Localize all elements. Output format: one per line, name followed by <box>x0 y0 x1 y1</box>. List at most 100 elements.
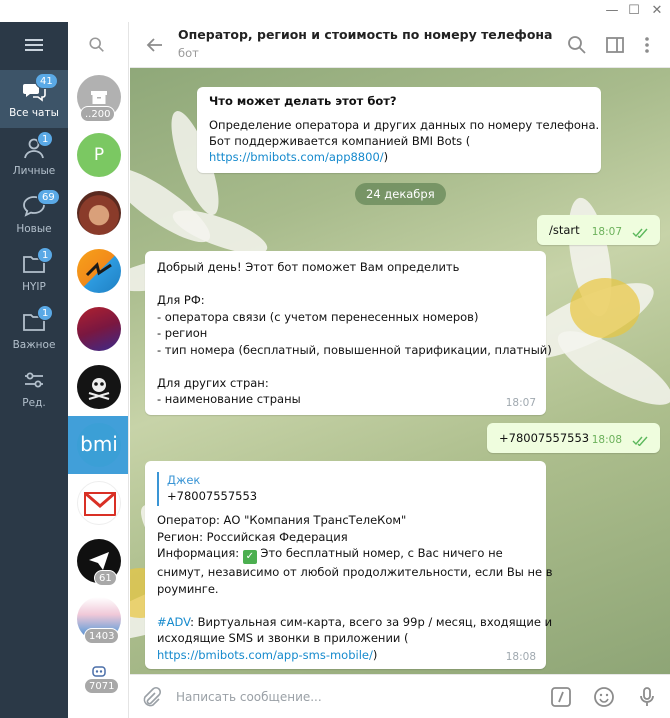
folder-badge: 1 <box>37 131 54 147</box>
bot-info-title: Что может делать этот бот? <box>209 94 397 108</box>
message-time: 18:07 <box>591 225 622 238</box>
info-text: Это бесплатный номер, с Вас ничего не <box>256 546 503 560</box>
archive-icon <box>91 91 107 104</box>
message-line: Регион: Российская Федерация <box>157 529 348 544</box>
message-incoming[interactable]: Джек +78007557553 Оператор: АО "Компания… <box>145 461 552 669</box>
reply-text: +78007557553 <box>167 489 258 503</box>
chat-item[interactable] <box>68 184 128 242</box>
minimize-button[interactable]: — <box>603 2 621 20</box>
window-titlebar: — ☐ ✕ <box>0 0 670 22</box>
more-vertical-icon[interactable] <box>636 34 658 56</box>
message-line: - оператора связи (с учетом перенесенных… <box>157 309 479 324</box>
message-outgoing[interactable]: +78007557553 18:08 <box>487 423 660 453</box>
folder-label: Личные <box>12 165 56 177</box>
chat-item[interactable] <box>68 358 128 416</box>
chat-item-archive[interactable]: ..200 <box>68 68 128 126</box>
message-line: - регион <box>157 326 208 340</box>
back-arrow-icon[interactable] <box>144 34 166 56</box>
folder-badge: 41 <box>35 73 58 89</box>
folder-important[interactable]: 1 Важное <box>0 302 68 360</box>
message-line: - тип номера (бесплатный, повышенной тар… <box>157 342 552 357</box>
chat-item[interactable]: 7071 <box>68 648 128 706</box>
paperclip-icon[interactable] <box>140 686 162 708</box>
adv-link[interactable]: https://bmibots.com/app-sms-mobile/ <box>157 648 373 662</box>
folder-label: HYIP <box>22 281 46 293</box>
mail-avatar <box>77 481 121 525</box>
message-line: исходящие SMS и звонки в приложении ( <box>157 631 409 645</box>
message-input[interactable] <box>176 687 536 707</box>
menu-button[interactable] <box>0 22 68 68</box>
message-line: Для других стран: <box>157 375 269 390</box>
info-prefix: Информация: <box>157 546 243 560</box>
wave-logo-icon <box>85 262 112 277</box>
message-line: роуминге. <box>157 581 219 596</box>
message-line: #ADV: Виртуальная сим-карта, всего за 99… <box>157 614 552 631</box>
message-line: Добрый день! Этот бот поможет Вам опреде… <box>157 260 460 274</box>
skull-icon <box>88 378 110 401</box>
date-separator: 24 декабря <box>355 183 446 205</box>
message-text: Оператор: АО "Компания ТрансТелеКом" Рег… <box>157 512 552 663</box>
folder-new[interactable]: 69 Новые <box>0 186 68 244</box>
message-time: 18:07 <box>505 396 536 409</box>
emoji-icon[interactable] <box>593 686 615 708</box>
message-line <box>157 597 552 614</box>
adv-link-suffix: ) <box>372 647 378 662</box>
message-text: +78007557553 <box>499 431 590 445</box>
folder-all-chats[interactable]: 41 Все чаты <box>0 70 68 128</box>
reply-author: Джек <box>167 473 201 487</box>
bot-info-link-line: https://bmibots.com/app8800/) <box>209 149 388 166</box>
folder-badge: 69 <box>37 189 60 205</box>
folder-label: Все чаты <box>9 107 59 119</box>
search-button[interactable] <box>68 22 128 68</box>
chat-list: ..200 P bmi 61 1403 7071 <box>68 22 129 718</box>
chat-title[interactable]: Оператор, регион и стоимость по номеру т… <box>178 27 552 42</box>
folder-label: Ред. <box>22 397 46 409</box>
message-time: 18:08 <box>505 650 536 663</box>
folder-hyip[interactable]: 1 HYIP <box>0 244 68 302</box>
message-line: Оператор: АО "Компания ТрансТелеКом" <box>157 513 407 527</box>
search-icon[interactable] <box>566 34 588 56</box>
messages-area[interactable]: Что может делать этот бот? Определение о… <box>130 68 670 674</box>
maximize-button[interactable]: ☐ <box>625 2 643 20</box>
chat-item[interactable]: 61 <box>68 532 128 590</box>
bot-commands-icon[interactable] <box>550 686 572 708</box>
chat-badge: ..200 <box>80 106 116 122</box>
chat-item[interactable]: 1403 <box>68 590 128 648</box>
bot-info-link-suffix: ) <box>383 150 389 164</box>
chat-item-p[interactable]: P <box>68 126 128 184</box>
photo-avatar <box>77 191 121 235</box>
folder-badge: 1 <box>37 305 54 321</box>
chat-panel: Оператор, регион и стоимость по номеру т… <box>130 22 670 718</box>
chat-item[interactable] <box>68 300 128 358</box>
robot-icon <box>92 666 106 677</box>
folder-badge: 1 <box>37 247 54 263</box>
bot-info-link[interactable]: https://bmibots.com/app8800/ <box>209 150 384 164</box>
sidebar-toggle-icon[interactable] <box>604 34 626 56</box>
folder-personal[interactable]: 1 Личные <box>0 128 68 186</box>
chat-item[interactable] <box>68 474 128 532</box>
message-line <box>157 276 552 293</box>
message-outgoing[interactable]: /start 18:07 <box>537 215 660 245</box>
bmi-avatar: bmi <box>77 423 121 467</box>
letter-avatar: P <box>77 133 121 177</box>
bot-info-card: Что может делать этот бот? Определение о… <box>197 87 601 173</box>
message-line: снимут, независимо от любой продолжитель… <box>157 565 553 579</box>
chat-badge: 61 <box>94 570 117 586</box>
message-incoming[interactable]: Добрый день! Этот бот поможет Вам опреде… <box>145 251 552 415</box>
hashtag-link[interactable]: #ADV <box>157 615 190 629</box>
microphone-icon[interactable] <box>636 686 658 708</box>
mail-icon <box>84 492 116 516</box>
folder-label: Новые <box>16 223 52 235</box>
chat-item[interactable] <box>68 242 128 300</box>
folder-edit[interactable]: Ред. <box>0 360 68 418</box>
chat-subtitle: бот <box>178 46 199 60</box>
check-mark-icon: ✓ <box>242 550 257 564</box>
chat-item-bmi[interactable]: bmi <box>68 416 128 474</box>
message-text: /start <box>549 223 580 237</box>
reply-quote[interactable]: Джек +78007557553 <box>157 472 257 506</box>
bot-info-line: Бот поддерживается компанией BMI Bots ( <box>209 134 471 148</box>
message-text: Добрый день! Этот бот поможет Вам опреде… <box>157 259 552 408</box>
folders-sidebar: 41 Все чаты 1 Личные 69 Новые 1 HYIP 1 В… <box>0 22 68 718</box>
message-line: Информация: ✓ Это бесплатный номер, с Ва… <box>157 545 552 564</box>
close-button[interactable]: ✕ <box>648 2 666 20</box>
